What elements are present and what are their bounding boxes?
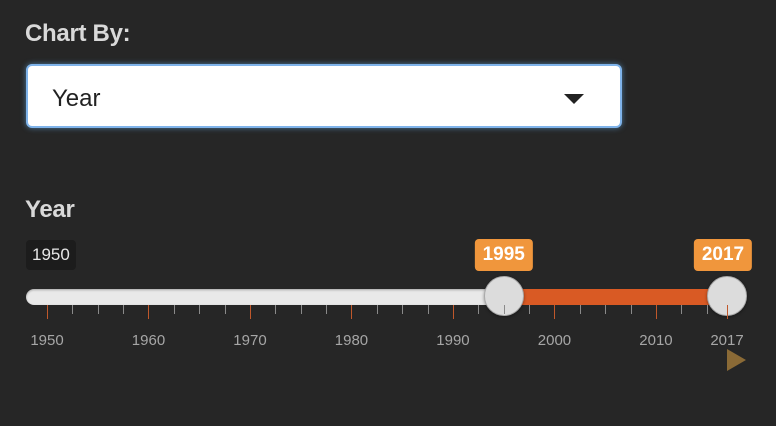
minor-tick [224,305,226,314]
shiny-control-panel: Chart By: Year Year 1950 1995 2017 1950 1… [0,0,776,426]
tick-label: 2000 [537,332,572,349]
chart-by-label: Chart By: [25,20,131,47]
chart-by-selected-value: Year [52,85,101,112]
minor-tick [300,305,302,314]
slider-to-value: 2017 [693,239,753,271]
major-tick [727,305,728,319]
minor-tick [199,305,201,314]
minor-tick [97,305,99,314]
year-slider-label: Year [25,196,75,223]
slider-min-label: 1950 [26,240,76,270]
minor-tick [503,305,505,314]
tick-label: 1960 [131,332,166,349]
minor-tick [630,305,632,314]
tick-label: 1950 [30,332,64,349]
tick-label: 2010 [639,332,673,349]
major-tick [47,305,48,319]
minor-tick [579,305,581,314]
major-tick [351,305,353,319]
minor-tick [605,305,607,314]
minor-tick [681,305,683,314]
minor-tick [275,305,277,314]
minor-tick [326,305,328,314]
minor-tick [478,305,480,314]
major-tick [655,305,657,319]
minor-tick [529,305,531,314]
minor-tick [402,305,404,314]
major-tick [452,305,454,319]
tick-label: 1980 [334,332,369,349]
play-icon[interactable] [727,349,746,371]
minor-tick [173,305,175,314]
major-tick [554,305,556,319]
tick-label: 1990 [436,332,470,349]
minor-tick [376,305,378,314]
tick-label: 2017 [710,332,744,349]
major-tick [249,305,251,319]
chevron-down-icon [564,94,584,104]
chart-by-select[interactable]: Year [26,64,622,128]
minor-tick [706,305,708,314]
minor-tick [427,305,429,314]
minor-tick [123,305,125,314]
slider-from-value: 1995 [474,239,533,271]
minor-tick [72,305,74,314]
slider-ticks [0,305,776,325]
tick-label: 1970 [233,332,267,349]
slider-selected-range [503,289,727,305]
major-tick [148,305,150,319]
